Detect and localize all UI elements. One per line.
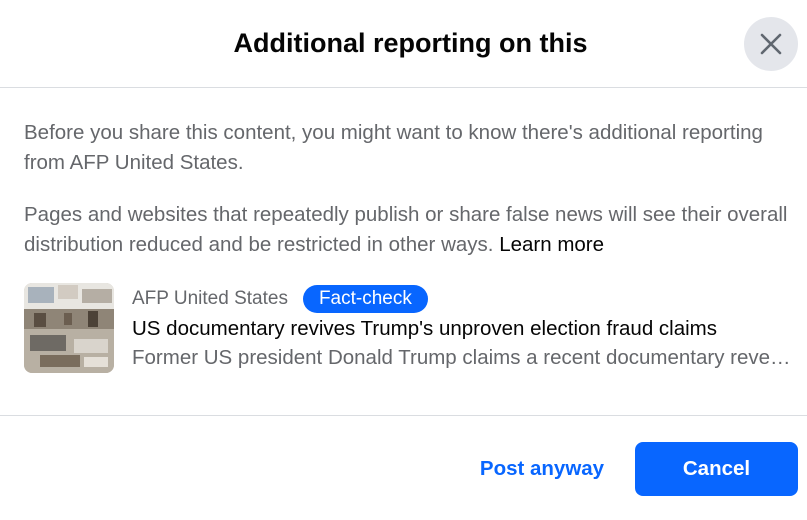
- policy-paragraph: Pages and websites that repeatedly publi…: [24, 200, 799, 260]
- close-button[interactable]: [744, 17, 798, 71]
- policy-text: Pages and websites that repeatedly publi…: [24, 203, 788, 256]
- post-anyway-button[interactable]: Post anyway: [466, 442, 618, 496]
- learn-more-link[interactable]: Learn more: [499, 233, 604, 256]
- article-headline[interactable]: US documentary revives Trump's unproven …: [132, 314, 799, 344]
- article-snippet: Former US president Donald Trump claims …: [132, 346, 799, 369]
- source-row: AFP United States Fact-check: [132, 285, 428, 313]
- article-source: AFP United States: [132, 288, 288, 309]
- intro-paragraph: Before you share this content, you might…: [24, 121, 763, 174]
- dialog-title: Additional reporting on this: [233, 28, 588, 58]
- dialog-footer: Post anyway Cancel: [0, 415, 807, 520]
- additional-reporting-dialog: Additional reporting on this Before you …: [0, 0, 807, 520]
- fact-check-article[interactable]: AFP United States Fact-check US document…: [24, 283, 799, 373]
- fact-check-badge: Fact-check: [302, 285, 428, 313]
- article-thumbnail: [24, 283, 114, 373]
- thumbnail-image: [24, 283, 114, 373]
- dialog-header: Additional reporting on this: [0, 0, 807, 88]
- close-icon: [760, 33, 782, 55]
- cancel-button[interactable]: Cancel: [635, 442, 798, 496]
